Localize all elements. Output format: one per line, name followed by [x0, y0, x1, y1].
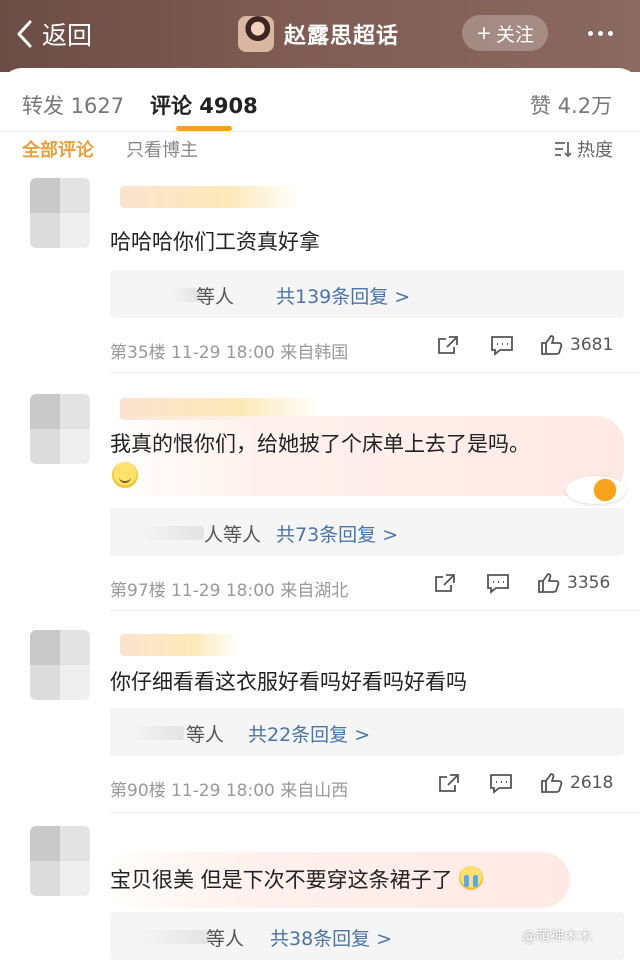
- reply-users-blurred: [140, 526, 204, 540]
- watermark: @萌神木木: [522, 929, 592, 945]
- comment-filters: 全部评论 只看博主 热度: [0, 134, 640, 164]
- replies-count: 共73条回复 >: [276, 524, 399, 546]
- like-button[interactable]: 3356: [537, 572, 610, 594]
- like-count: 2618: [570, 773, 614, 793]
- topic-header[interactable]: 赵露思超话: [238, 14, 399, 54]
- replies-users: 人等人: [204, 524, 262, 546]
- comment-icon[interactable]: [490, 334, 514, 356]
- follow-button[interactable]: + 关注: [462, 15, 548, 51]
- comment-text: 宝贝很美 但是下次不要穿这条裙子了: [110, 864, 484, 894]
- comment-meta: 第97楼 11-29 18:00 来自湖北: [110, 581, 349, 601]
- replies-users: 等人: [186, 724, 225, 746]
- share-icon[interactable]: [436, 334, 460, 356]
- tab-comments[interactable]: 评论 4908: [150, 90, 258, 120]
- divider: [110, 812, 640, 813]
- comment-meta: 第90楼 11-29 18:00 来自山西: [110, 781, 349, 801]
- active-tab-indicator: [176, 126, 232, 131]
- share-icon[interactable]: [437, 772, 461, 794]
- comment-text: 你仔细看看这衣服好看吗好看吗好看吗: [110, 670, 467, 694]
- topic-title: 赵露思超话: [284, 24, 400, 49]
- avatar[interactable]: [30, 394, 90, 464]
- comment-text: 哈哈哈你们工资真好拿: [110, 230, 320, 254]
- replies-box[interactable]: 人等人 共73条回复 >: [110, 508, 624, 556]
- follow-label: 关注: [495, 23, 534, 46]
- replies-count: 共139条回复 >: [276, 286, 411, 308]
- username-blurred[interactable]: [120, 634, 240, 656]
- replies-count: 共22条回复 >: [248, 724, 371, 746]
- filter-all-comments[interactable]: 全部评论: [22, 136, 94, 162]
- back-label: 返回: [42, 21, 93, 50]
- avatar[interactable]: [30, 178, 90, 248]
- like-count: 3356: [567, 573, 611, 593]
- replies-users: 等人: [206, 928, 245, 950]
- plus-icon: +: [476, 22, 492, 44]
- tab-bar: 转发 1627 评论 4908 赞 4.2万: [0, 68, 640, 132]
- divider: [110, 610, 640, 611]
- tab-likes[interactable]: 赞 4.2万: [530, 90, 612, 120]
- crying-icon: [459, 866, 484, 890]
- filter-blogger-only[interactable]: 只看博主: [126, 136, 198, 162]
- sort-icon: [555, 142, 572, 158]
- tab-repost[interactable]: 转发 1627: [22, 90, 124, 120]
- more-icon[interactable]: [580, 18, 620, 48]
- replies-count: 共38条回复 >: [270, 928, 393, 950]
- comment-icon[interactable]: [489, 772, 513, 794]
- share-icon[interactable]: [433, 572, 457, 594]
- comment-text: 我真的恨你们，给她披了个床单上去了是吗。: [110, 432, 530, 456]
- avatar[interactable]: [30, 826, 90, 896]
- smile-icon: [112, 462, 138, 488]
- thumbs-up-icon: [541, 335, 563, 355]
- reply-users-blurred: [140, 930, 210, 944]
- thumbs-up-icon: [538, 573, 560, 593]
- top-bar: 返回 赵露思超话 + 关注: [0, 0, 640, 72]
- comment-meta: 第35楼 11-29 18:00 来自韩国: [110, 343, 349, 363]
- replies-box[interactable]: 等人 共22条回复 >: [110, 708, 624, 756]
- sort-button[interactable]: 热度: [553, 136, 613, 162]
- avatar[interactable]: [30, 630, 90, 700]
- divider: [110, 372, 640, 373]
- back-arrow-icon: [17, 20, 32, 48]
- comment-icon[interactable]: [486, 572, 510, 594]
- sort-label: 热度: [577, 140, 613, 161]
- replies-box[interactable]: 等人 共139条回复 >: [110, 270, 624, 318]
- reply-users-blurred: [130, 726, 184, 740]
- topic-avatar: [238, 16, 274, 52]
- egg-decoration: [566, 476, 626, 504]
- comment-text-body: 宝贝很美 但是下次不要穿这条裙子了: [110, 868, 453, 892]
- username-blurred[interactable]: [120, 186, 300, 208]
- like-count: 3681: [570, 335, 614, 355]
- replies-users: 等人: [196, 286, 235, 308]
- like-button[interactable]: 3681: [540, 334, 613, 356]
- like-button[interactable]: 2618: [540, 772, 613, 794]
- back-button[interactable]: 返回: [14, 14, 92, 54]
- thumbs-up-icon: [541, 773, 563, 793]
